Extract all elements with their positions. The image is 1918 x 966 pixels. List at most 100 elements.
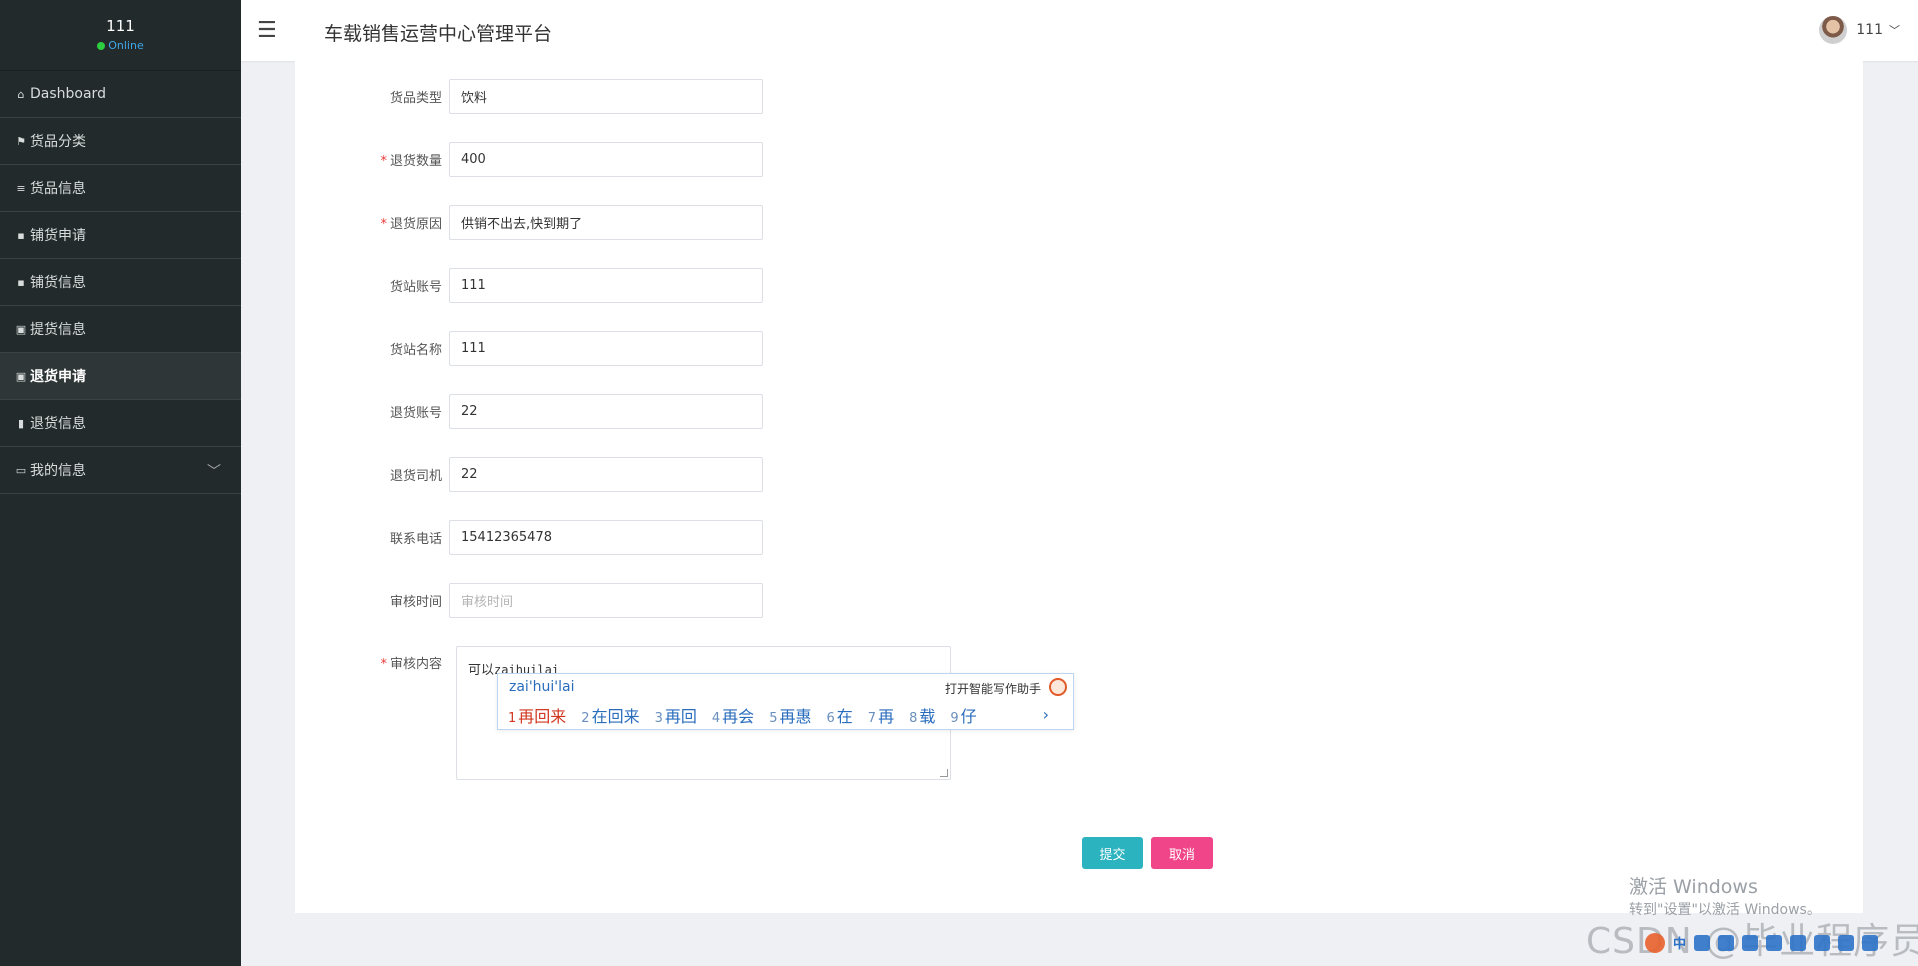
sidebar-item-label: 货品分类 <box>30 134 86 150</box>
sidebar-item-return-apply[interactable]: ▣ 退货申请 <box>0 353 241 400</box>
cancel-button[interactable]: 取消 <box>1151 837 1213 869</box>
grid-icon[interactable] <box>1838 934 1855 951</box>
form-row-return-qty: * 退货数量 400 <box>295 142 763 177</box>
return-account-field[interactable]: 22 <box>449 394 763 429</box>
keyboard-icon[interactable] <box>1766 934 1783 951</box>
sidebar-item-dashboard[interactable]: ⌂ Dashboard <box>0 71 241 118</box>
sidebar-user-name: 111 <box>106 17 135 35</box>
status-text: Online <box>108 39 144 52</box>
sidebar-item-label: 铺货申请 <box>30 228 86 244</box>
form-row-station-account: 货站账号 111 <box>295 268 763 303</box>
form-card: 货品类型 饮料 * 退货数量 400 * 退货原因 供销不出去,快到期了 货站账号 … <box>295 61 1863 913</box>
settings-icon[interactable] <box>1862 934 1879 951</box>
ime-candidate[interactable]: 4 再会 <box>712 703 754 727</box>
menu-toggle-icon[interactable]: ☰ <box>257 18 277 43</box>
field-label-wrap: * 审核内容 <box>295 653 449 672</box>
header-user-menu[interactable]: 111 ﹀ <box>1819 16 1900 44</box>
return-driver-field[interactable]: 22 <box>449 457 763 492</box>
chevron-down-icon: ﹀ <box>1889 24 1900 37</box>
sidebar-item-label: 提货信息 <box>30 322 86 338</box>
ime-candidate[interactable]: 3 再回 <box>655 703 697 727</box>
ime-candidate[interactable]: 8载 <box>909 703 935 727</box>
field-label: 退货司机 <box>389 469 442 484</box>
resize-handle[interactable] <box>940 769 948 777</box>
station-name-field[interactable]: 111 <box>449 331 763 366</box>
page-title: 车载销售运营中心管理平台 <box>324 23 553 45</box>
form-row-return-account: 退货账号 22 <box>295 394 763 429</box>
ime-assistant-link[interactable]: 打开智能写作助手 <box>945 680 1041 697</box>
sidebar-item-label: 退货信息 <box>30 416 86 432</box>
form-row-review-time: 审核时间 审核时间 <box>295 583 763 618</box>
sidebar-item-label: 退货申请 <box>30 369 86 385</box>
field-label: 货站账号 <box>389 280 442 295</box>
sidebar-item-distribution-info[interactable]: ▪ 铺货信息 <box>0 259 241 306</box>
moon-icon[interactable] <box>1694 934 1711 951</box>
clipboard-icon: ▣ <box>15 369 27 383</box>
sidebar-item-distribution-apply[interactable]: ▪ 铺货申请 <box>0 212 241 259</box>
chevron-down-icon: ﹀ <box>207 464 221 480</box>
form-row-return-reason: * 退货原因 供销不出去,快到期了 <box>295 205 763 240</box>
sidebar-item-label: 货品信息 <box>30 181 86 197</box>
card-icon: ▭ <box>15 463 27 477</box>
sidebar-item-goods-category[interactable]: ⚑ 货品分类 <box>0 118 241 165</box>
ime-composition: zai'hui'lai <box>509 679 575 695</box>
return-quantity-field[interactable]: 400 <box>449 142 763 177</box>
submit-button[interactable]: 提交 <box>1082 837 1143 869</box>
phone-field[interactable]: 15412365478 <box>449 520 763 555</box>
field-label: 审核时间 <box>389 595 442 610</box>
form-row-return-driver: 退货司机 22 <box>295 457 763 492</box>
review-text: 可以 <box>468 663 495 678</box>
ime-candidate[interactable]: 7再 <box>868 703 894 727</box>
field-label: 退货账号 <box>389 406 442 421</box>
required-mark: * <box>380 657 387 672</box>
top-header: ☰ 车载销售运营中心管理平台 111 ﹀ <box>241 0 1918 61</box>
form-row-goods-type: 货品类型 饮料 <box>295 79 763 114</box>
sidebar-item-pickup-info[interactable]: ▣ 提货信息 <box>0 306 241 353</box>
goods-type-field[interactable]: 饮料 <box>449 79 763 114</box>
sidebar-item-label: 我的信息 <box>30 463 86 479</box>
sidebar-item-my-info[interactable]: ▭ 我的信息 ﹀ <box>0 447 241 494</box>
ime-candidate[interactable]: 1 再回来 <box>508 703 566 727</box>
field-label: 联系电话 <box>389 532 442 547</box>
sogou-ime-icon[interactable] <box>1645 932 1665 953</box>
skin-icon[interactable] <box>1790 934 1807 951</box>
field-label-wrap: * 退货原因 <box>295 213 449 232</box>
ime-next-page-icon[interactable]: › <box>1043 705 1049 724</box>
online-dot-icon <box>97 42 106 50</box>
assistant-icon[interactable] <box>1049 678 1067 696</box>
ime-candidate[interactable]: 5 再惠 <box>769 703 811 727</box>
sidebar-user-block: 111 Online <box>0 0 241 71</box>
sidebar-item-return-info[interactable]: ▮ 退货信息 <box>0 400 241 447</box>
microphone-icon[interactable] <box>1742 934 1759 951</box>
ime-candidate-popup: zai'hui'lai 打开智能写作助手 1 再回来 2 在回来 3 再回 4 再会 5… <box>497 673 1074 730</box>
home-icon: ⌂ <box>17 87 25 101</box>
return-reason-field[interactable]: 供销不出去,快到期了 <box>449 205 763 240</box>
station-account-field[interactable]: 111 <box>449 268 763 303</box>
review-time-field[interactable]: 审核时间 <box>449 583 763 618</box>
sidebar-item-label: 铺货信息 <box>30 275 86 291</box>
ime-mode-label[interactable]: 中 <box>1673 933 1686 952</box>
grid-icon: ▪ <box>17 228 25 242</box>
field-label: 退货数量 <box>389 154 442 169</box>
list-icon: ≡ <box>16 181 26 195</box>
ime-candidates: 1 再回来 2 在回来 3 再回 4 再会 5 再惠 6在 7再 8载 9仔 <box>508 703 977 727</box>
form-row-station-name: 货站名称 111 <box>295 331 763 366</box>
form-row-phone: 联系电话 15412365478 <box>295 520 763 555</box>
form-row-review-content: * 审核内容 <box>295 653 449 672</box>
sidebar: 111 Online ⌂ Dashboard ⚑ 货品分类 ≡ 货品信息 ▪ 铺货申请 … <box>0 0 241 966</box>
ime-candidate[interactable]: 2 在回来 <box>581 703 639 727</box>
field-label: 货品类型 <box>389 91 442 106</box>
punctuation-icon[interactable] <box>1718 934 1735 951</box>
ime-toolbar: 中 <box>1641 929 1918 956</box>
ime-candidate[interactable]: 9仔 <box>950 703 976 727</box>
sidebar-item-label: Dashboard <box>30 86 106 102</box>
field-label: 货站名称 <box>389 343 442 358</box>
grid-icon: ▪ <box>17 275 25 289</box>
avatar <box>1819 16 1848 44</box>
field-label: 审核内容 <box>389 657 442 672</box>
field-label: 退货原因 <box>389 217 442 232</box>
ime-candidate[interactable]: 6在 <box>826 703 852 727</box>
sidebar-item-goods-info[interactable]: ≡ 货品信息 <box>0 165 241 212</box>
toolbox-icon[interactable] <box>1814 934 1831 951</box>
bar-chart-icon: ▮ <box>17 416 25 430</box>
